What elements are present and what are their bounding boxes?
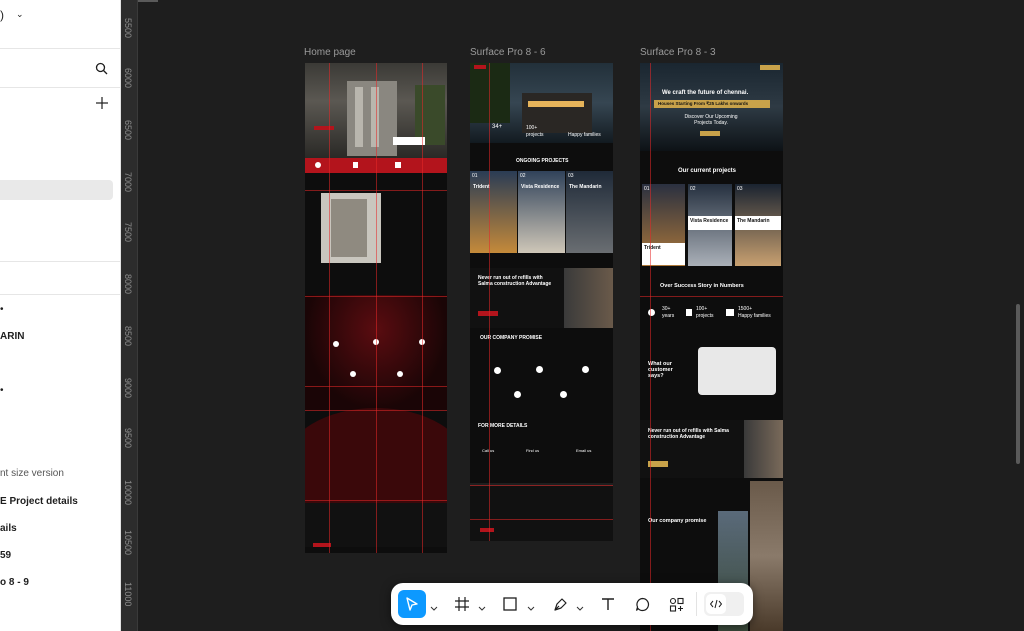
comment-icon[interactable] [629,591,655,617]
explore-button[interactable] [700,131,720,136]
vertical-ruler: 5500 6000 6500 7000 7500 8000 8500 9000 9500 1000… [121,0,138,631]
ruler-tick: 6000 [123,68,133,89]
project-image [321,193,381,263]
layers-panel: ) ⌄ • ARIN • nt size version E Project d… [0,0,121,631]
frame-label[interactable]: Home page [304,47,356,58]
project-name: The Mandarin [737,218,770,224]
project-num: 02 [520,173,526,179]
move-icon[interactable] [398,590,426,618]
project-name: Vista Residence [690,218,729,224]
layer-item[interactable]: E Project details [0,496,78,507]
refill-title: Never run out of refills with Salma cons… [478,275,552,287]
selected-page-row[interactable] [0,180,113,200]
ruler-tick: 10000 [123,480,133,506]
layer-item[interactable]: ails [0,523,17,534]
chevron-down-icon[interactable] [527,600,535,611]
ruler-tick: 8500 [123,326,133,347]
testimonial-card[interactable] [698,347,776,395]
projects-title: Our current projects [678,168,737,174]
chevron-down-icon[interactable] [576,600,584,611]
rectangle-icon[interactable] [497,591,523,617]
dev-mode-icon [706,594,726,614]
stat-value: 100+ [526,125,538,131]
project-name: Trident [644,245,661,251]
team-avatar[interactable]: ) [0,8,4,22]
search-icon[interactable] [95,62,108,78]
design-canvas[interactable]: Home page Surface Pro 8 - 6 Surface Pro … [138,0,1024,631]
hero-subtitle: Discover Our Upcoming Projects Today. [684,114,738,126]
stat-label: years [662,313,675,319]
frame-label[interactable]: Surface Pro 8 - 6 [470,47,546,58]
stat-value: 1500+ [738,306,753,312]
chevron-down-icon[interactable] [430,600,438,611]
layer-item[interactable]: 59 [0,550,11,561]
layer-item[interactable]: ARIN [0,331,24,342]
stat-label: projects [696,313,714,319]
text-icon[interactable] [595,591,621,617]
ruler-tick: 9000 [123,378,133,399]
project-name: Trident [473,184,490,190]
project-name: The Mandarin [569,184,602,190]
ruler-tick: 11000 [123,582,133,607]
testimonial-title: What our customer says? [648,361,673,379]
surface-pro-3-frame[interactable]: We craft the future of chennai. Houses S… [640,63,783,631]
ruler-tick: 7500 [123,222,133,243]
promise-title: Our company promise [648,518,707,524]
project-num: 02 [690,186,696,192]
ruler-tick: 6500 [123,120,133,141]
project-num: 01 [644,186,650,192]
pen-icon[interactable] [547,591,573,617]
frame-icon[interactable] [449,591,475,617]
stat-label: Happy families [568,132,601,138]
contact-label: Find us [526,448,540,453]
project-num: 03 [737,186,743,192]
chevron-down-icon[interactable]: ⌄ [16,9,24,20]
dev-mode-toggle[interactable] [704,592,744,616]
stat-label: projects [526,132,544,138]
footer-frame[interactable] [470,486,613,541]
hero-image [470,63,613,143]
ruler-tick: 5500 [123,18,133,39]
project-num: 01 [472,173,478,179]
success-title: Over Success Story in Numbers [660,283,744,289]
stat-value: 100+ [696,306,708,312]
hero-title: We craft the future of chennai. [662,90,749,96]
ongoing-title: ONGOING PROJECTS [516,158,569,164]
project-name: Vista Residence [521,184,560,190]
vertical-scrollbar[interactable] [1016,304,1020,464]
chevron-down-icon[interactable] [478,600,486,611]
view-more-button[interactable] [648,461,668,467]
more-title: FOR MORE DETAILS [478,423,528,429]
layer-item[interactable]: o 8 - 9 [0,577,29,588]
ruler-tick: 9500 [123,428,133,449]
bottom-toolbar [391,583,753,625]
stat-label: Happy families [738,313,771,319]
components-icon[interactable] [663,591,689,617]
ruler-tick: 8000 [123,274,133,295]
surface-pro-6-frame[interactable]: 34+ 100+ projects Happy families ONGOING… [470,63,613,483]
view-more-button[interactable] [478,311,498,316]
ruler-tick: 10500 [123,530,133,556]
stat-value: 30+ [662,306,671,312]
refill-title: Never run out of refills with Salma cons… [648,428,729,440]
stat-value: 34+ [492,124,503,130]
ruler-tick: 7000 [123,172,133,193]
frame-label[interactable]: Surface Pro 8 - 3 [640,47,716,58]
contact-label: Email us [576,448,592,453]
project-num: 03 [568,173,574,179]
hero-price: Houses Starting From ₹25 Lakhs onwards [658,101,749,106]
add-page-icon[interactable] [96,97,108,112]
layer-item[interactable]: nt size version [0,468,64,479]
